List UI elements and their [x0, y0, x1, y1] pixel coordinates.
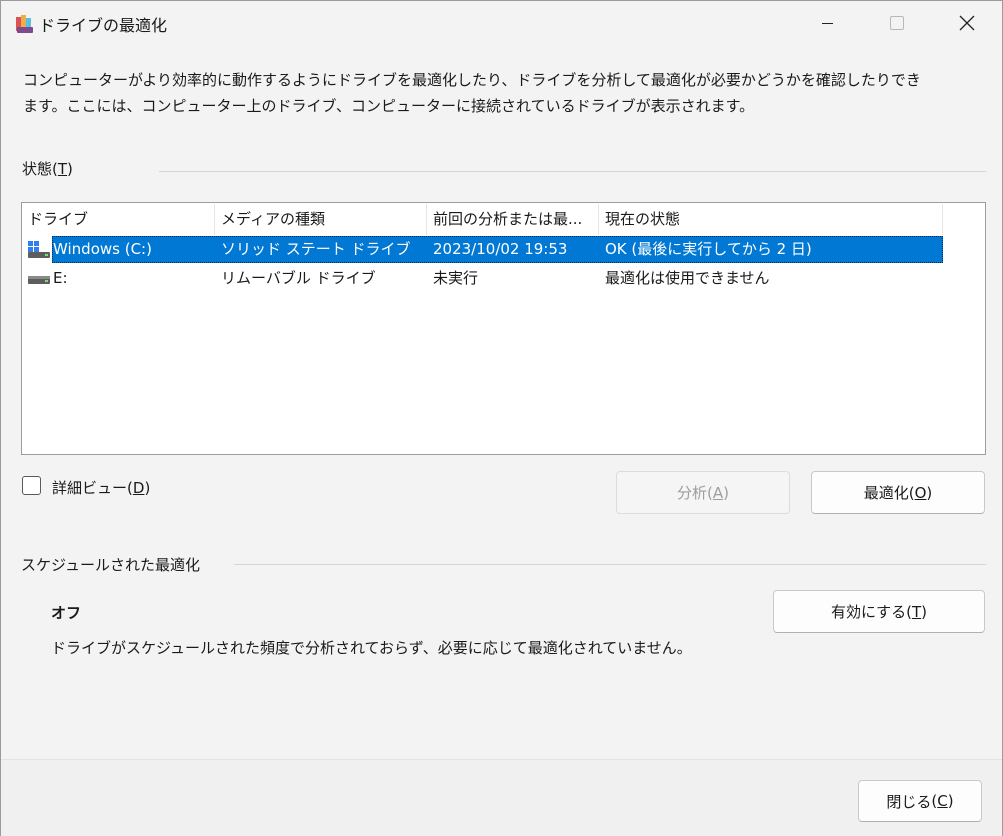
status-section-label: 状態(T)	[22, 160, 73, 178]
analyze-accesskey: A	[712, 483, 724, 502]
scheduled-section-label: スケジュールされた最適化	[21, 556, 200, 574]
defrag-app-icon	[16, 15, 33, 33]
minimize-icon	[821, 22, 833, 24]
last-analyzed: 未実行	[433, 269, 479, 287]
close-icon	[959, 15, 975, 31]
optimize-accesskey: O	[914, 483, 927, 502]
description-text: コンピューターがより効率的に動作するようにドライブを最適化したり、ドライブを分析…	[23, 71, 921, 115]
enable-label: 有効にする	[830, 603, 907, 621]
col-drive[interactable]: ドライブ	[22, 204, 214, 235]
optimize-label: 最適化	[863, 484, 909, 502]
close-button[interactable]: 閉じる(C)	[858, 780, 982, 822]
scheduled-description: ドライブがスケジュールされた頻度で分析されておらず、必要に応じて最適化されていま…	[51, 639, 692, 657]
current-status: 最適化は使用できません	[605, 269, 770, 287]
enable-accesskey: T	[911, 602, 922, 621]
detailed-view-accesskey: D	[132, 479, 145, 497]
close-accesskey: C	[937, 792, 948, 810]
current-status: OK (最後に実行してから 2 日)	[605, 240, 812, 258]
maximize-button[interactable]	[862, 1, 932, 45]
col-current-status[interactable]: 現在の状態	[599, 204, 942, 235]
detailed-view-checkbox[interactable]	[22, 476, 41, 495]
optimize-button[interactable]: 最適化(O)	[811, 471, 985, 514]
status-label-text: 状態	[22, 160, 53, 178]
close-label: 閉じる	[886, 792, 932, 811]
analyze-button[interactable]: 分析(A)	[616, 471, 790, 514]
close-window-button[interactable]	[932, 1, 1002, 45]
defrag-window: ドライブの最適化 コンピューターがより効率的に動作するようにドライブを最適化した…	[0, 0, 1003, 836]
removable-drive-icon	[28, 276, 50, 284]
last-analyzed: 2023/10/02 19:53	[433, 240, 568, 258]
detailed-view-label[interactable]: 詳細ビュー(D)	[52, 477, 150, 498]
window-title: ドライブの最適化	[39, 16, 168, 35]
media-type: ソリッド ステート ドライブ	[221, 240, 411, 258]
enable-schedule-button[interactable]: 有効にする(T)	[773, 590, 985, 633]
col-separator[interactable]	[942, 204, 943, 235]
status-divider	[159, 171, 986, 172]
drive-name: Windows (C:)	[53, 240, 152, 258]
windows-drive-icon	[28, 241, 50, 258]
maximize-icon	[890, 16, 904, 30]
drive-list[interactable]: ドライブ メディアの種類 前回の分析または最... 現在の状態 Windows …	[21, 202, 986, 455]
analyze-label: 分析	[677, 484, 708, 502]
title-bar: ドライブの最適化	[1, 1, 1002, 45]
minimize-button[interactable]	[792, 1, 862, 45]
drive-name: E:	[53, 269, 68, 287]
scheduled-state: オフ	[51, 604, 82, 622]
col-media-type[interactable]: メディアの種類	[215, 204, 426, 235]
col-last-analyzed[interactable]: 前回の分析または最...	[427, 204, 598, 235]
table-row[interactable]: Windows (C:) ソリッド ステート ドライブ 2023/10/02 1…	[23, 236, 943, 263]
status-accesskey: T	[57, 160, 68, 178]
media-type: リムーバブル ドライブ	[221, 269, 376, 287]
scheduled-divider	[234, 564, 986, 565]
detailed-view-text: 詳細ビュー	[52, 479, 128, 497]
footer-bar: 閉じる(C)	[1, 759, 1002, 836]
table-row[interactable]: E: リムーバブル ドライブ 未実行 最適化は使用できません	[23, 265, 943, 292]
